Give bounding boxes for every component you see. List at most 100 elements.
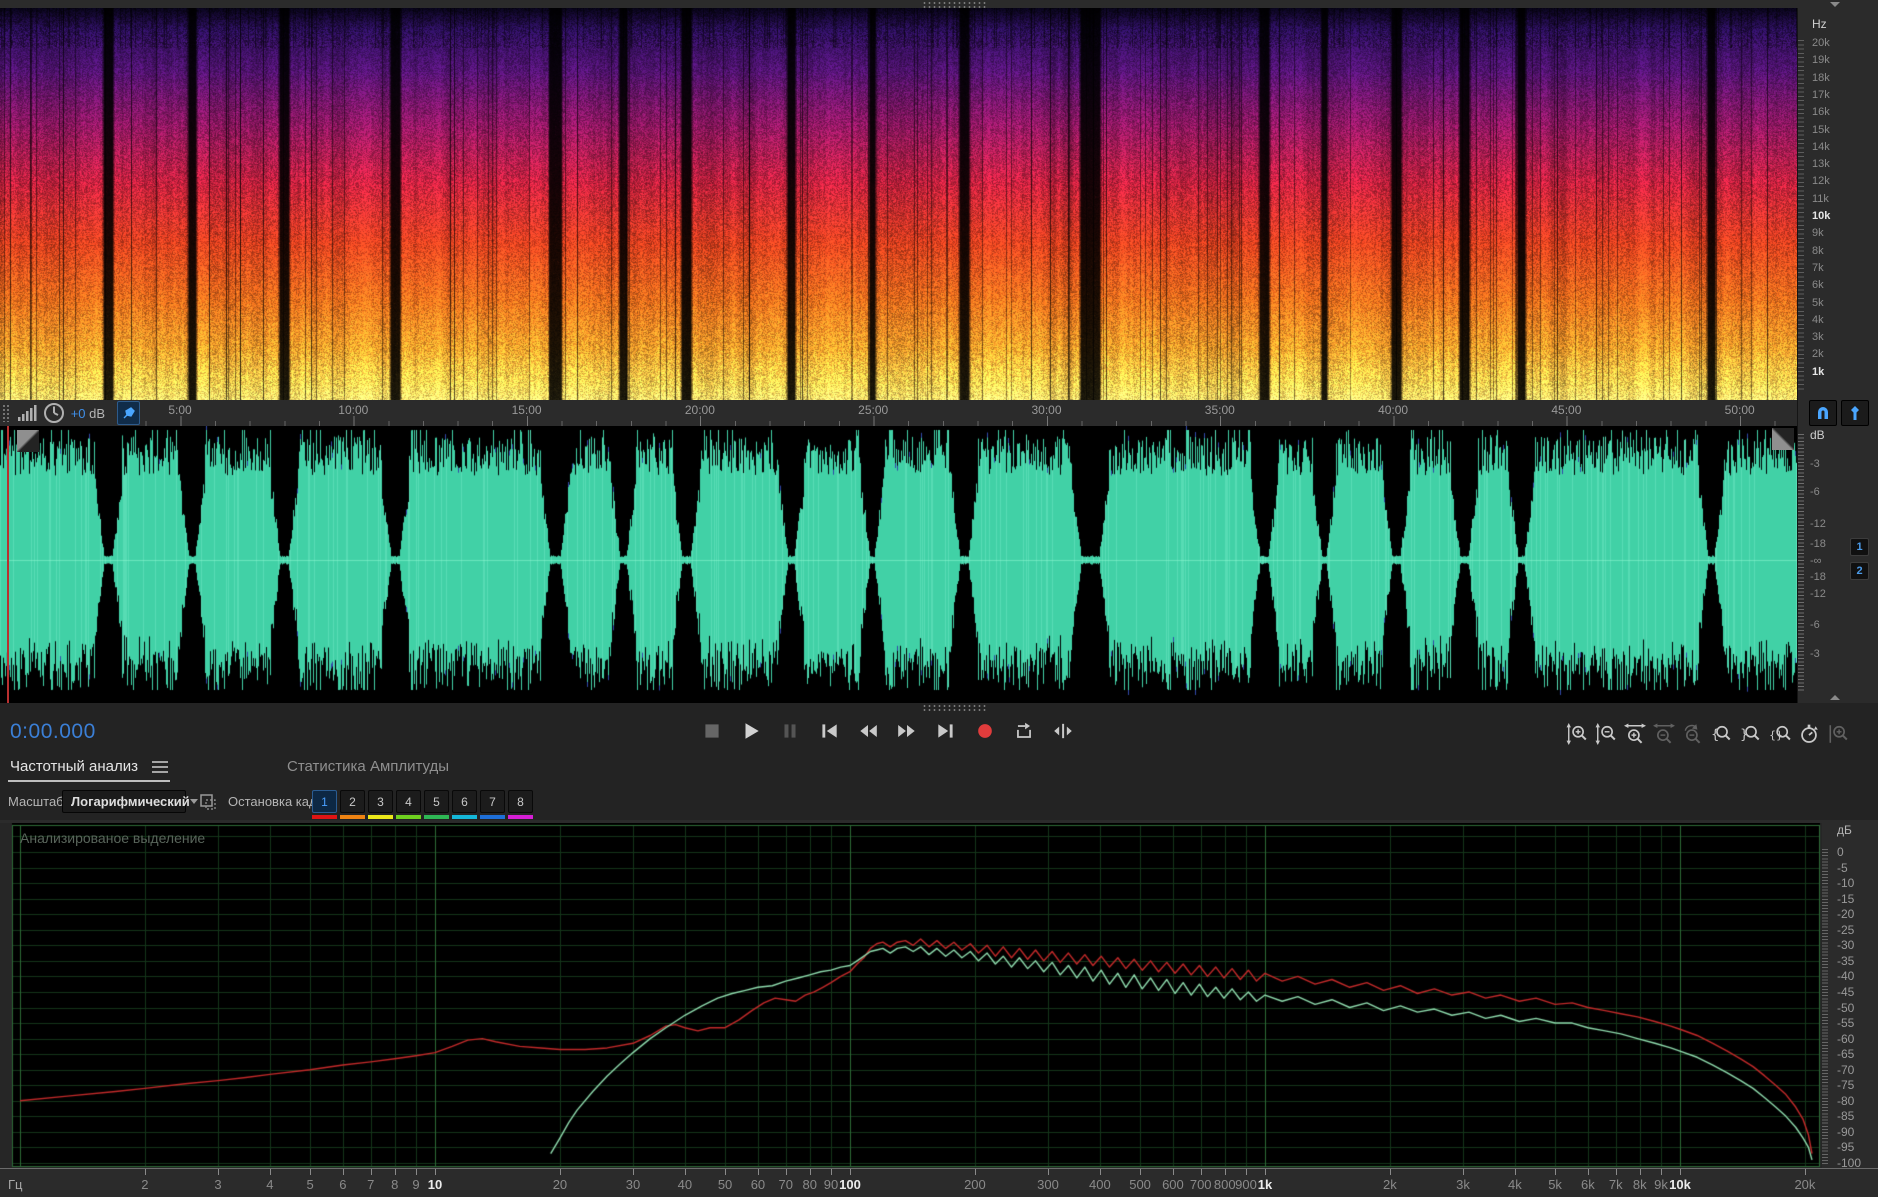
timeline-ruler[interactable]: 5:00 10:00 15:00 20:00 25:00 30:00 35:00 40:00 4…: [0, 400, 1797, 427]
divider-drag-grip[interactable]: [922, 704, 988, 711]
zoom-out-horizontal-button[interactable]: [1653, 717, 1675, 745]
frequency-axis-unit: Гц: [8, 1177, 23, 1192]
frequency-tick-label: 300: [1037, 1177, 1059, 1192]
frame-hold-5[interactable]: 5: [424, 790, 449, 819]
time-display[interactable]: 0:00.000: [10, 720, 96, 744]
frame-hold-2[interactable]: 2: [340, 790, 365, 819]
frequency-scale-label: 4k: [1812, 313, 1824, 326]
timeline-label: 15:00: [511, 403, 542, 417]
frame-hold-6[interactable]: 6: [452, 790, 477, 819]
timeline-label: 10:00: [338, 403, 369, 417]
frequency-scale-label: 19k: [1812, 54, 1830, 67]
frequency-tick-label: 20k: [1794, 1177, 1816, 1192]
frequency-tick: [435, 1169, 436, 1175]
timed-record-button[interactable]: [1798, 717, 1820, 745]
decibel-axis-ticks: [1822, 849, 1828, 1165]
frame-hold-number: 8: [508, 790, 533, 813]
frequency-analysis-plot[interactable]: [0, 823, 1822, 1168]
stop-button[interactable]: [698, 717, 726, 745]
frame-hold-3[interactable]: 3: [368, 790, 393, 819]
frequency-tick: [342, 1169, 344, 1175]
zoom-in-horizontal-button[interactable]: [1624, 717, 1646, 745]
loop-playback-button[interactable]: [1010, 717, 1038, 745]
frame-hold-1[interactable]: 1: [312, 790, 337, 819]
channel-2-button[interactable]: 2: [1850, 562, 1869, 580]
zoom-in-vertical-button[interactable]: [1566, 717, 1588, 745]
skip-selection-button[interactable]: [1049, 717, 1077, 745]
marker-button[interactable]: [1840, 400, 1869, 426]
frequency-tick: [1048, 1169, 1049, 1175]
frequency-tick: [1587, 1169, 1589, 1175]
frequency-axis: Гц 2 3 4 5 6 7 8 9 10 20 30 40 50 60 70 80 90 100 200 300 40…: [0, 1168, 1878, 1197]
magnet-icon: [1815, 405, 1831, 421]
playhead[interactable]: [7, 426, 9, 703]
selection-handle-left[interactable]: [17, 430, 39, 452]
transport-buttons: [698, 717, 1077, 745]
channel-1-button[interactable]: 1: [1850, 538, 1869, 556]
frequency-tick-label: 7k: [1608, 1177, 1623, 1192]
zoom-to-selection-button[interactable]: {}: [1769, 717, 1791, 745]
frequency-scale-label: 20k: [1812, 37, 1830, 49]
frequency-tick-label: 3: [214, 1177, 222, 1192]
frequency-tick-label: 200: [964, 1177, 986, 1192]
snap-toggle-button[interactable]: [1808, 400, 1837, 426]
timeline-label: 5:00: [168, 403, 192, 417]
zoom-to-in-point-button[interactable]: {: [1711, 717, 1733, 745]
levels-icon[interactable]: [17, 404, 37, 422]
frequency-tick-label: 30: [625, 1177, 641, 1192]
play-button[interactable]: [737, 717, 765, 745]
copy-button[interactable]: [198, 792, 218, 812]
toolbar-grip[interactable]: [2, 404, 11, 422]
zoom-vertical-full-button[interactable]: [1827, 717, 1849, 745]
chevron-down-icon: [189, 799, 198, 804]
frame-hold-number: 6: [452, 790, 477, 813]
amplitude-scale-panel: dB -3 -6 -12 -18 -∞ -18 -12 -6 -3 1 2: [1797, 426, 1878, 703]
frequency-scale-label: 5k: [1812, 296, 1824, 309]
frequency-tick: [144, 1169, 146, 1175]
decibel-tick-label: -15: [1837, 891, 1855, 906]
frequency-scale-label: 6k: [1812, 279, 1824, 292]
selection-handle-right[interactable]: [1772, 428, 1794, 450]
frequency-tick: [1615, 1169, 1617, 1175]
frame-hold-8[interactable]: 8: [508, 790, 533, 819]
rewind-button[interactable]: [854, 717, 882, 745]
scroll-up-icon[interactable]: [1830, 2, 1840, 7]
frame-hold-number: 4: [396, 790, 421, 813]
frequency-tick: [757, 1169, 759, 1175]
tab-frequency-analysis[interactable]: Частотный анализ: [10, 758, 138, 775]
frequency-tick-label: 500: [1129, 1177, 1151, 1192]
frequency-tick: [1246, 1169, 1247, 1175]
gain-display[interactable]: +0 dB: [71, 406, 105, 421]
frequency-tick: [684, 1169, 686, 1175]
frequency-scale-label: 13k: [1812, 158, 1830, 171]
skip-to-start-button[interactable]: [815, 717, 843, 745]
zoom-reset-button[interactable]: [1682, 717, 1704, 745]
frequency-scale-label: 2k: [1812, 348, 1824, 361]
amplitude-scale-label: -6: [1810, 619, 1820, 631]
pause-button[interactable]: [776, 717, 804, 745]
frequency-tick-label: 50: [717, 1177, 733, 1192]
panel-drag-grip[interactable]: [922, 1, 988, 8]
clock-icon[interactable]: [43, 402, 65, 424]
zoom-to-out-point-button[interactable]: }: [1740, 717, 1762, 745]
spectrogram-display[interactable]: [0, 8, 1797, 400]
zoom-toolbar: {} {}: [1566, 717, 1849, 745]
panel-menu-icon[interactable]: [152, 761, 168, 773]
tab-amplitude-statistics[interactable]: Статистика Амплитуды: [287, 758, 449, 775]
frequency-tick: [394, 1169, 396, 1175]
frame-hold-7[interactable]: 7: [480, 790, 505, 819]
decibel-tick-label: -80: [1837, 1093, 1855, 1108]
frequency-scale-label: 10k: [1812, 210, 1831, 222]
fast-forward-button[interactable]: [893, 717, 921, 745]
zoom-out-vertical-button[interactable]: [1595, 717, 1617, 745]
transport-bar: 0:00.000 {} {}: [0, 712, 1878, 752]
scroll-down-icon[interactable]: [1830, 695, 1840, 700]
waveform-display[interactable]: [0, 426, 1797, 703]
frequency-scale-panel: Hz 20k 19k 18k 17k 16k 15k 14k 13k 12k 11k 10k 9k 8k…: [1797, 8, 1878, 400]
scale-dropdown[interactable]: Логарифмический: [62, 790, 198, 813]
pin-button[interactable]: [117, 401, 140, 425]
record-button[interactable]: [971, 717, 999, 745]
amplitude-scale-label: -12: [1810, 518, 1826, 530]
skip-to-end-button[interactable]: [932, 717, 960, 745]
frame-hold-4[interactable]: 4: [396, 790, 421, 819]
